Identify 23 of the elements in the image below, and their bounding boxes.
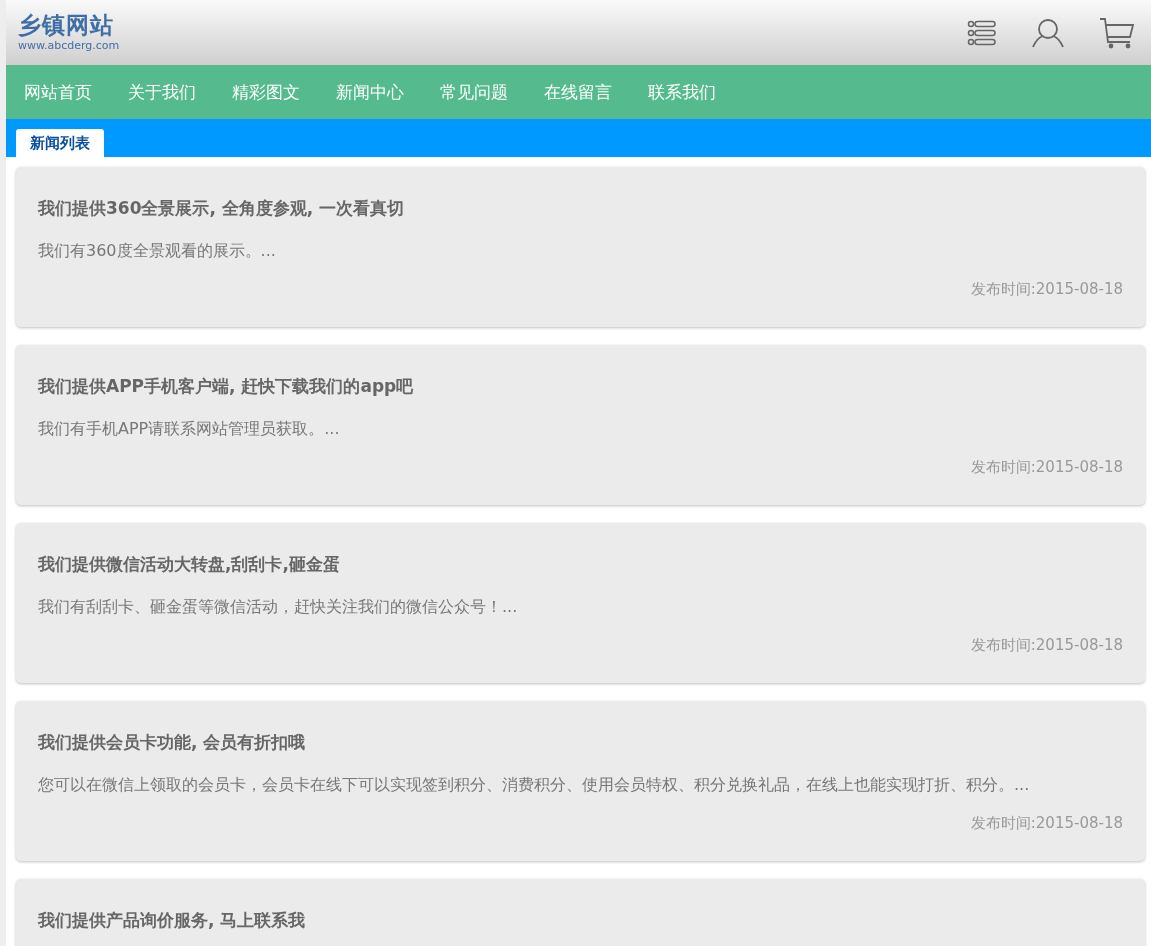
news-summary: 我们有刮刮卡、砸金蛋等微信活动，赶快关注我们的微信公众号！... (38, 596, 519, 618)
news-card[interactable]: 我们提供APP手机客户端, 赶快下载我们的app吧 我们有手机APP请联系网站管理员获取。... 发布时间:2015-08-18 (16, 345, 1145, 505)
publish-date: 发布时间:2015-08-18 (969, 636, 1123, 655)
news-card[interactable]: 我们提供微信活动大转盘,刮刮卡,砸金蛋 我们有刮刮卡、砸金蛋等微信活动，赶快关注我们的微信公众号！... 发布时间:2015-08-18 (16, 523, 1145, 683)
site-url: www.abcderg.com (18, 38, 120, 52)
publish-date: 发布时间:2015-08-18 (969, 280, 1123, 299)
news-card[interactable]: 我们提供会员卡功能, 会员有折扣哦 您可以在微信上领取的会员卡，会员卡在线下可以实现签到积分、消费积分、使用会员特权、积分兑换礼品，在线上也能实现打折、积分。... 发布时间:2015-08-18 (16, 701, 1145, 861)
publish-date: 发布时间:2015-08-18 (969, 458, 1123, 477)
user-icon[interactable] (1031, 17, 1065, 48)
news-card[interactable]: 我们提供360全景展示, 全角度参观, 一次看真切 我们有360度全景观看的展示。... 发布时间:2015-08-18 (16, 167, 1145, 327)
news-summary: 我们有手机APP请联系网站管理员获取。... (38, 418, 341, 440)
news-title[interactable]: 我们提供APP手机客户端, 赶快下载我们的app吧 (38, 375, 1123, 398)
shopping-cart-icon[interactable] (1099, 16, 1135, 49)
publish-date: 发布时间:2015-08-18 (969, 814, 1123, 833)
news-title[interactable]: 我们提供360全景展示, 全角度参观, 一次看真切 (38, 197, 1123, 220)
news-summary: 您可以在微信上领取的会员卡，会员卡在线下可以实现签到积分、消费积分、使用会员特权、积分兑换礼品，在线上也能实现打折、积分。... (38, 774, 1031, 796)
news-title[interactable]: 我们提供产品询价服务, 马上联系我 (38, 909, 1123, 932)
site-logo-title[interactable]: 乡镇网站 (18, 13, 120, 39)
news-summary: 我们有360度全景观看的展示。... (38, 240, 277, 262)
news-card[interactable]: 我们提供产品询价服务, 马上联系我 (16, 879, 1145, 946)
news-title[interactable]: 我们提供微信活动大转盘,刮刮卡,砸金蛋 (38, 553, 1123, 576)
news-title[interactable]: 我们提供会员卡功能, 会员有折扣哦 (38, 731, 1123, 754)
news-list-tab[interactable]: 新闻列表 (16, 129, 104, 157)
